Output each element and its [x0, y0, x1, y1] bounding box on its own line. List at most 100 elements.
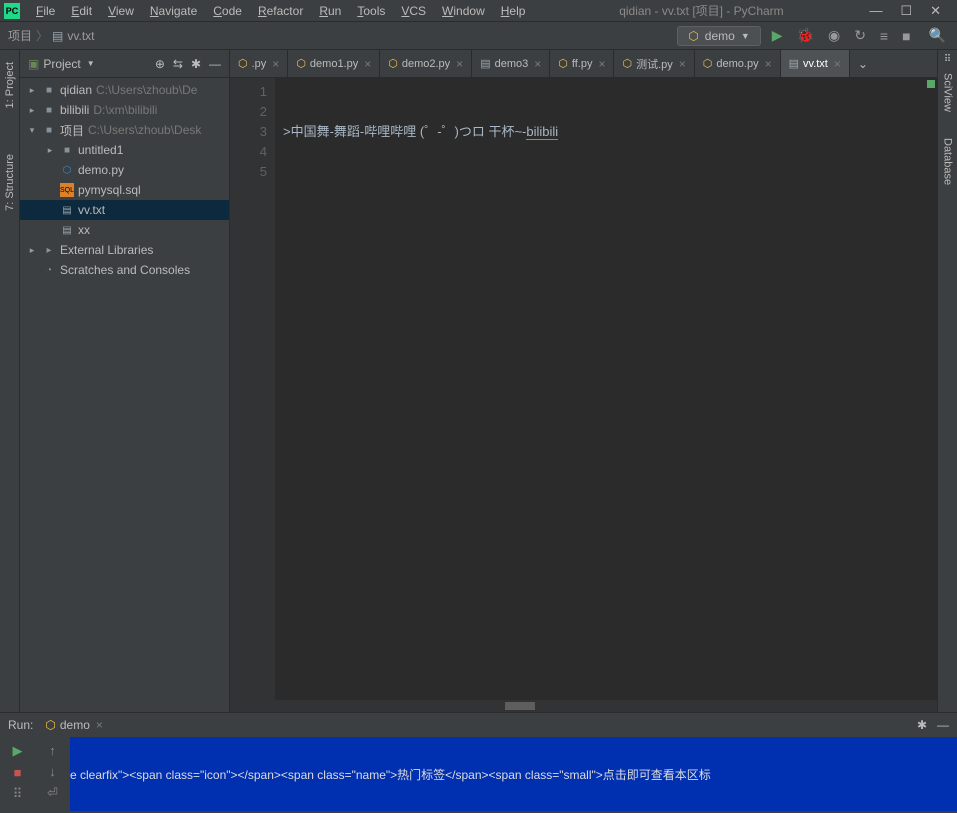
breadcrumb-separator: 〉 — [36, 27, 48, 44]
pycharm-icon: PC — [4, 3, 20, 19]
run-button[interactable]: ▶ — [769, 27, 786, 44]
structure-tool-tab[interactable]: 7: Structure — [2, 146, 18, 219]
chevron-down-icon[interactable]: ▼ — [87, 59, 95, 68]
up-button[interactable]: ↑ — [49, 743, 56, 758]
tree-item-Scratches and Consoles[interactable]: ◔Scratches and Consoles — [20, 260, 229, 280]
menu-file[interactable]: File — [28, 2, 63, 20]
wrap-button[interactable]: ⏎ — [47, 785, 58, 801]
rerun-button[interactable]: ▶ — [13, 743, 23, 759]
right-toolbar: ⠿ SciView Database — [937, 50, 957, 712]
menu-run[interactable]: Run — [311, 2, 349, 20]
tree-item-demo.py[interactable]: ⬡demo.py — [20, 160, 229, 180]
left-toolbar: 1: Project 7: Structure — [0, 50, 20, 712]
menu-edit[interactable]: Edit — [63, 2, 100, 20]
settings-icon[interactable]: ✱ — [191, 57, 201, 71]
close-icon[interactable]: × — [364, 57, 371, 71]
run-toolbar: ▶ ■ ⠿ ↑ ↓ ⏎ — [0, 737, 70, 811]
sidebar-header: ▣ Project ▼ ⊕ ⇆ ✱ — — [20, 50, 229, 78]
tree-item-External Libraries[interactable]: ▸▸External Libraries — [20, 240, 229, 260]
code-line-4 — [283, 164, 287, 179]
editor-area: ⬡.py×⬡demo1.py×⬡demo2.py×▤demo3×⬡ff.py×⬡… — [230, 50, 937, 712]
code-line-3 — [283, 144, 287, 159]
text-file-icon: ▤ — [52, 29, 63, 43]
coverage-button[interactable]: ◉ — [825, 27, 843, 44]
close-icon[interactable]: × — [765, 57, 772, 71]
close-icon[interactable]: × — [272, 57, 279, 71]
collapse-icon[interactable]: ⇆ — [173, 57, 183, 71]
run-config-label: demo — [705, 29, 735, 43]
database-tab[interactable]: Database — [940, 130, 956, 193]
tab-vv.txt[interactable]: ▤vv.txt× — [781, 50, 850, 77]
menu-window[interactable]: Window — [434, 2, 493, 20]
code-line-2: >中国舞-舞蹈-哔哩哔哩 (゜-゜)つロ 干杯~-bilibili — [283, 124, 562, 140]
close-icon[interactable]: × — [679, 57, 686, 71]
tab-测试.py[interactable]: ⬡测试.py× — [614, 50, 694, 77]
error-stripe[interactable] — [925, 78, 937, 700]
tree-item-qidian[interactable]: ▸■qidianC:\Users\zhoub\De — [20, 80, 229, 100]
minimize-button[interactable]: — — [869, 3, 882, 19]
tree-item-untitled1[interactable]: ▸■untitled1 — [20, 140, 229, 160]
tab-.py[interactable]: ⬡.py× — [230, 50, 288, 77]
run-tab-label: demo — [60, 718, 90, 732]
tab-demo.py[interactable]: ⬡demo.py× — [695, 50, 781, 77]
tree-item-项目[interactable]: ▾■项目C:\Users\zhoub\Desk — [20, 120, 229, 140]
menu-navigate[interactable]: Navigate — [142, 2, 205, 20]
menubar: PC FileEditViewNavigateCodeRefactorRunTo… — [0, 0, 957, 22]
maximize-button[interactable]: ☐ — [900, 3, 912, 19]
menu-help[interactable]: Help — [493, 2, 534, 20]
project-tree[interactable]: ▸■qidianC:\Users\zhoub\De▸■bilibiliD:\xm… — [20, 78, 229, 712]
locate-icon[interactable]: ⊕ — [155, 57, 165, 71]
menu-tools[interactable]: Tools — [349, 2, 393, 20]
hide-panel-icon[interactable]: — — [937, 718, 949, 732]
stop-button[interactable]: ■ — [14, 765, 22, 780]
breadcrumb[interactable]: 项目 〉 ▤ vv.txt — [8, 27, 95, 44]
debug-button[interactable]: 🐞 — [794, 27, 817, 44]
code-content[interactable]: >中国舞-舞蹈-哔哩哔哩 (゜-゜)つロ 干杯~-bilibili — [275, 78, 925, 700]
close-icon[interactable]: × — [834, 57, 841, 71]
run-panel-header: Run: ⬡ demo × ✱ — — [0, 713, 957, 737]
close-button[interactable]: ✕ — [930, 3, 941, 19]
tab-ff.py[interactable]: ⬡ff.py× — [550, 50, 614, 77]
tab-demo2.py[interactable]: ⬡demo2.py× — [380, 50, 472, 77]
run-tab[interactable]: ⬡ demo × — [39, 716, 109, 734]
editor-tabs: ⬡.py×⬡demo1.py×⬡demo2.py×▤demo3×⬡ff.py×⬡… — [230, 50, 937, 78]
menu-vcs[interactable]: VCS — [393, 2, 434, 20]
profile-button[interactable]: ↻ — [851, 27, 869, 44]
project-sidebar: ▣ Project ▼ ⊕ ⇆ ✱ — ▸■qidianC:\Users\zho… — [20, 50, 230, 712]
close-icon[interactable]: × — [96, 718, 103, 732]
editor[interactable]: 12345 >中国舞-舞蹈-哔哩哔哩 (゜-゜)つロ 干杯~-bilibili — [230, 78, 937, 700]
menu-refactor[interactable]: Refactor — [250, 2, 311, 20]
search-button[interactable]: 🔍 — [926, 27, 949, 44]
close-icon[interactable]: × — [598, 57, 605, 71]
project-tool-tab[interactable]: 1: Project — [2, 54, 18, 116]
tree-item-vv.txt[interactable]: ▤vv.txt — [20, 200, 229, 220]
run-config-select[interactable]: ⬡ demo ▼ — [677, 26, 760, 46]
close-icon[interactable]: × — [456, 57, 463, 71]
chevron-down-icon: ▼ — [741, 31, 750, 41]
tree-item-xx[interactable]: ▤xx — [20, 220, 229, 240]
tree-item-pymysql.sql[interactable]: SQLpymysql.sql — [20, 180, 229, 200]
layout-button[interactable]: ⠿ — [13, 786, 23, 802]
menu-code[interactable]: Code — [205, 2, 250, 20]
sciview-tab[interactable]: SciView — [940, 65, 956, 120]
window-controls: — ☐ ✕ — [869, 3, 953, 19]
menu-icon[interactable]: ⠿ — [944, 54, 951, 65]
hide-icon[interactable]: — — [209, 57, 221, 71]
down-button[interactable]: ↓ — [49, 764, 56, 779]
run-panel: Run: ⬡ demo × ✱ — ▶ ■ ⠿ ↑ ↓ ⏎ e clearfix… — [0, 712, 957, 811]
tree-item-bilibili[interactable]: ▸■bilibiliD:\xm\bilibili — [20, 100, 229, 120]
concurrency-button[interactable]: ≡ — [877, 28, 891, 44]
tab-demo3[interactable]: ▤demo3× — [472, 50, 550, 77]
gear-icon[interactable]: ✱ — [917, 718, 927, 732]
tab-demo1.py[interactable]: ⬡demo1.py× — [288, 50, 380, 77]
stop-button[interactable]: ■ — [899, 28, 913, 44]
menu-view[interactable]: View — [100, 2, 142, 20]
breadcrumb-file[interactable]: vv.txt — [67, 29, 94, 43]
tabs-overflow[interactable]: ⌄ — [850, 57, 876, 71]
console-text: e clearfix"><span class="icon"></span><s… — [70, 766, 711, 783]
horizontal-scrollbar[interactable] — [230, 700, 937, 712]
close-icon[interactable]: × — [534, 57, 541, 71]
breadcrumb-root[interactable]: 项目 — [8, 27, 32, 44]
sidebar-title: Project — [43, 57, 80, 71]
console-output[interactable]: e clearfix"><span class="icon"></span><s… — [70, 737, 957, 811]
